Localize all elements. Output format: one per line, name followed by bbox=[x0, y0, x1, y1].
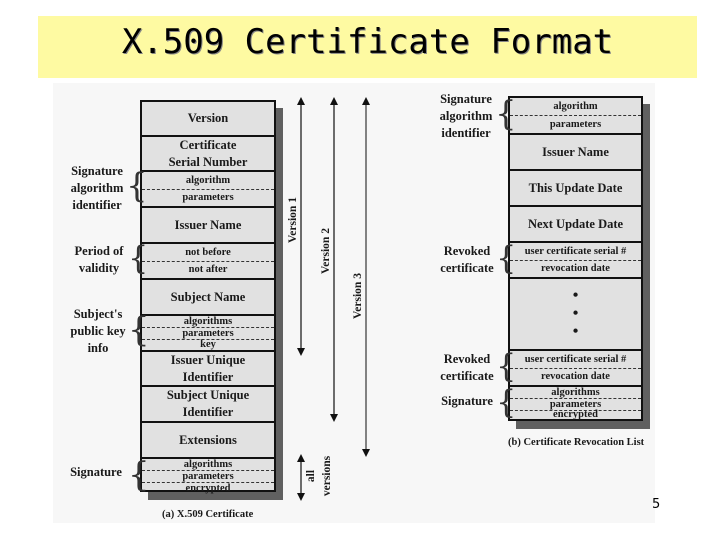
version-3-label: Version 3 bbox=[352, 273, 364, 319]
group-label-line: Signature bbox=[440, 92, 492, 106]
field-label: This Update Date bbox=[528, 180, 623, 195]
brace-icon: { bbox=[496, 383, 517, 421]
crl-field-revocation-date-1: revocation date bbox=[510, 261, 641, 279]
brace-icon: { bbox=[495, 94, 517, 134]
brace-icon: { bbox=[496, 347, 517, 385]
crl-field-this-update: This Update Date bbox=[510, 171, 641, 207]
subfield-label: encrypted bbox=[553, 409, 598, 420]
crl-field-serial-2: user certificate serial # bbox=[510, 351, 641, 369]
all-versions-label-line2: versions bbox=[321, 455, 333, 497]
group-label-line: algorithm bbox=[439, 109, 493, 123]
ellipsis-dot-icon: • bbox=[572, 287, 579, 304]
subfield-label: algorithm bbox=[553, 100, 598, 112]
crl-field-algorithm: algorithm bbox=[510, 98, 641, 116]
page-number: 5 bbox=[652, 497, 661, 512]
crl-structure: algorithm parameters Issuer Name This Up… bbox=[508, 96, 643, 421]
group-label-line: Revoked bbox=[443, 244, 491, 258]
subfield-label: algorithms bbox=[551, 386, 600, 398]
version-2-label: Version 2 bbox=[320, 228, 332, 274]
crl-ellipsis: • • • bbox=[510, 279, 641, 351]
crl-group-label-revoked-certificate-2: Revoked certificate bbox=[436, 351, 498, 385]
caption-crl: (b) Certificate Revocation List bbox=[508, 437, 645, 448]
subfield-label: revocation date bbox=[541, 371, 610, 382]
subfield-label: user certificate serial # bbox=[524, 245, 627, 257]
group-label-line: certificate bbox=[440, 261, 494, 275]
crl-group-label-revoked-certificate-1: Revoked certificate bbox=[436, 243, 498, 277]
crl-group-label-signature-algorithm-identifier: Signature algorithm identifier bbox=[436, 91, 496, 142]
crl-field-next-update: Next Update Date bbox=[510, 207, 641, 243]
crl-field-sig-encrypted: encrypted bbox=[510, 409, 641, 420]
crl-field-serial-1: user certificate serial # bbox=[510, 243, 641, 261]
version-1-label: Version 1 bbox=[287, 197, 299, 243]
crl-group-label-signature: Signature bbox=[436, 393, 498, 410]
field-label: Next Update Date bbox=[527, 216, 624, 231]
crl-field-sig-algorithms: algorithms bbox=[510, 387, 641, 399]
crl-field-revocation-date-2: revocation date bbox=[510, 369, 641, 387]
brace-icon: { bbox=[496, 239, 517, 277]
crl-field-parameters: parameters bbox=[510, 116, 641, 135]
ellipsis-dot-icon: • bbox=[572, 323, 579, 340]
field-label: Issuer Name bbox=[542, 144, 609, 159]
subfield-label: parameters bbox=[549, 118, 602, 130]
group-label-line: Revoked bbox=[443, 352, 491, 366]
subfield-label: user certificate serial # bbox=[524, 353, 627, 365]
all-versions-label-line1: all bbox=[305, 469, 317, 483]
crl-field-issuer-name: Issuer Name bbox=[510, 135, 641, 171]
ellipsis-dot-icon: • bbox=[572, 305, 579, 322]
subfield-label: revocation date bbox=[541, 263, 610, 274]
group-label-line: Signature bbox=[441, 394, 493, 408]
group-label-line: certificate bbox=[440, 369, 494, 383]
group-label-line: identifier bbox=[441, 126, 491, 140]
